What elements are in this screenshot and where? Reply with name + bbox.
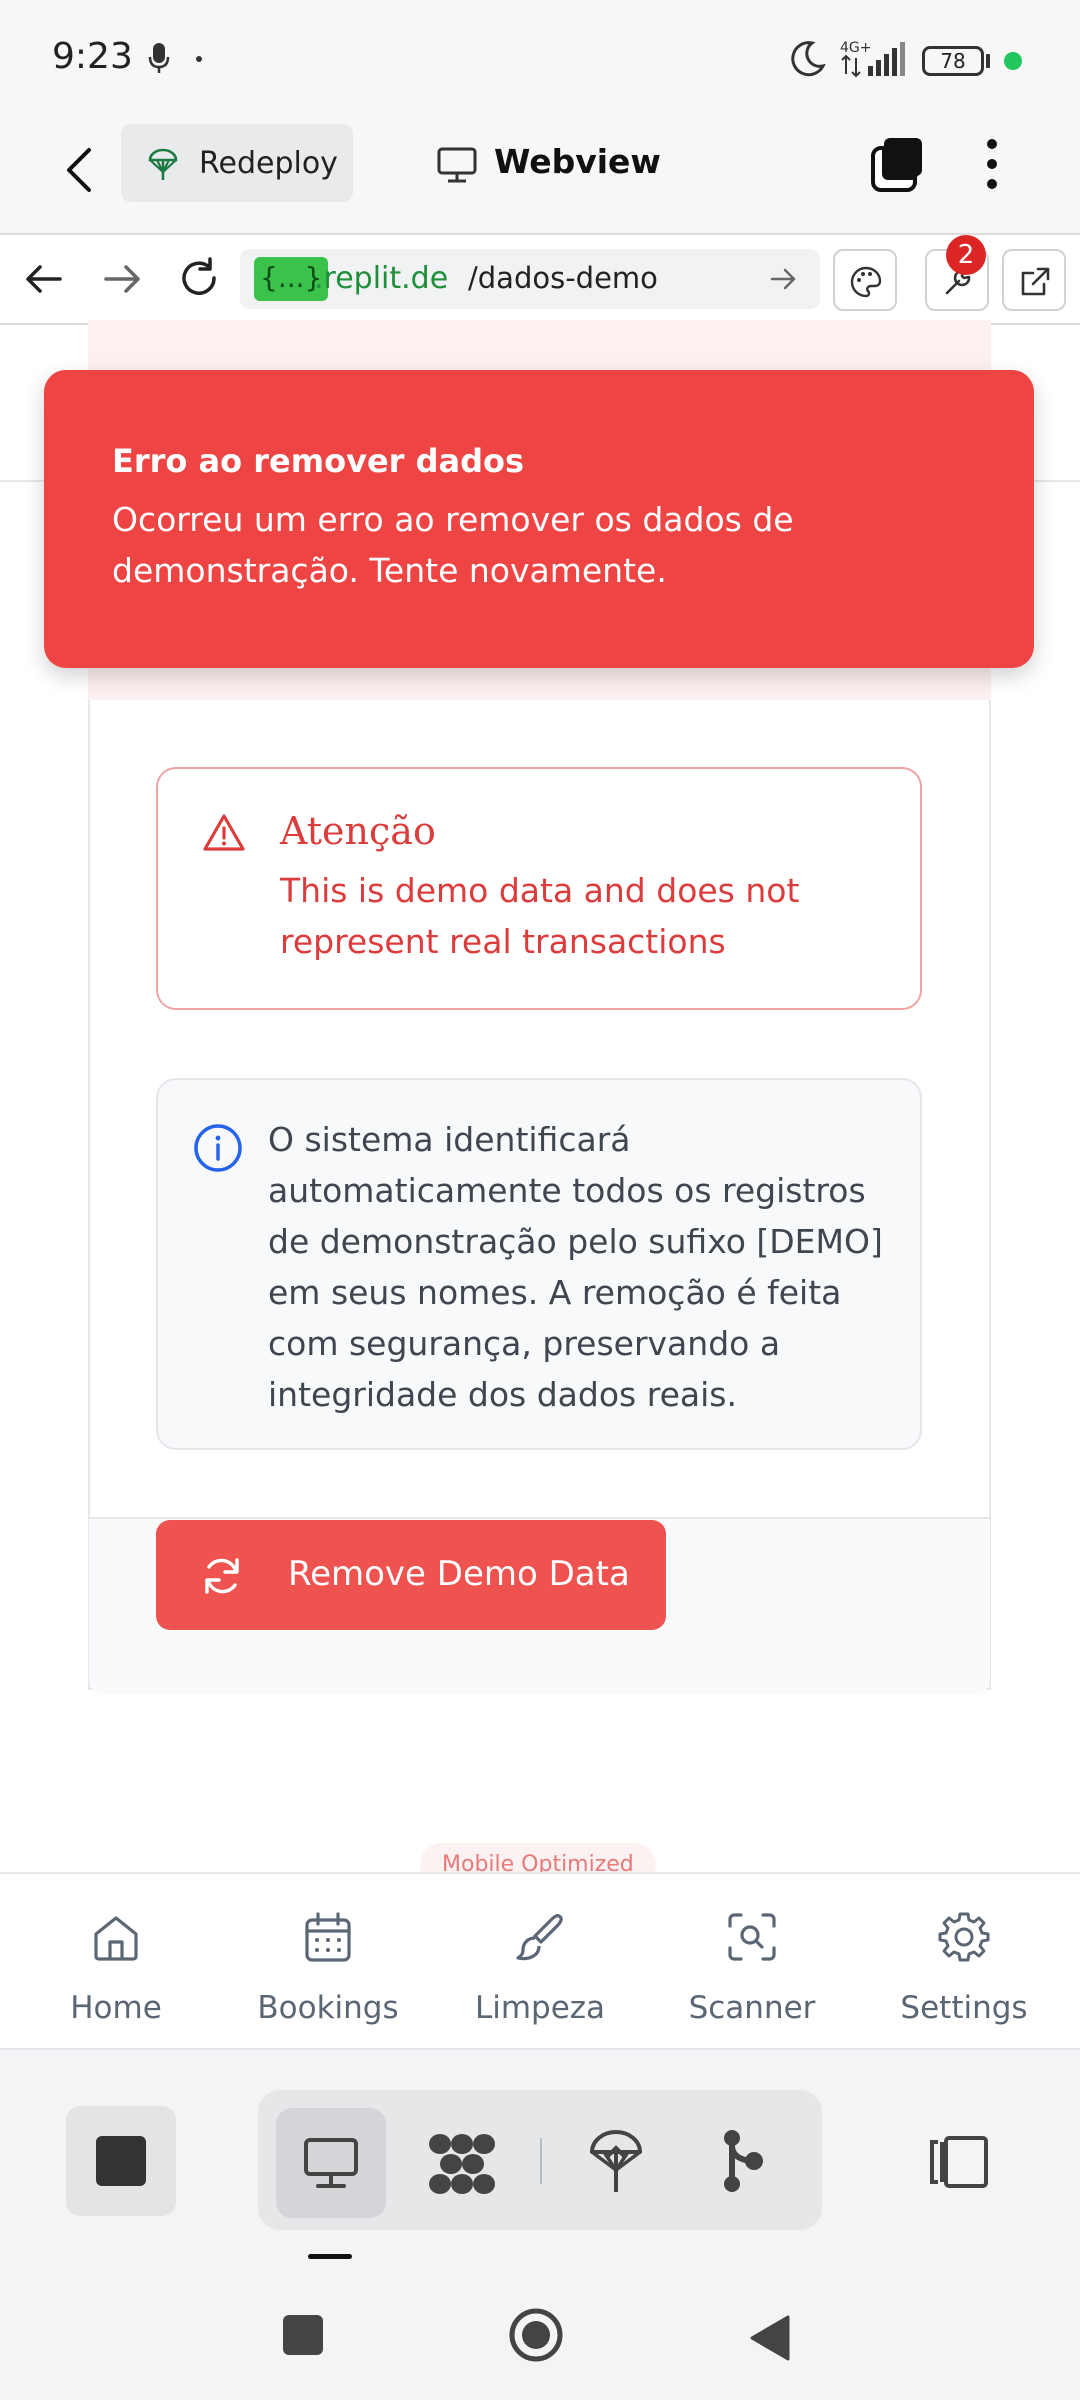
back-button[interactable] (748, 2313, 792, 2363)
palette-button[interactable] (833, 249, 897, 311)
redeploy-button[interactable]: Redeploy (121, 124, 353, 202)
battery-tip (986, 54, 990, 68)
microphone-icon (148, 43, 170, 73)
deploy-icon (148, 148, 178, 180)
moon-icon (791, 41, 826, 77)
replit-toolbar (0, 2050, 1080, 2275)
palette-icon (850, 266, 882, 298)
git-branch-icon[interactable] (718, 2128, 766, 2194)
stop-button[interactable] (66, 2106, 176, 2216)
nav-item-limpeza[interactable]: Limpeza (440, 1874, 640, 2050)
calendar-icon (305, 1912, 351, 1962)
scan-icon (728, 1913, 776, 1961)
database-icon[interactable] (426, 2132, 498, 2196)
tool-divider (540, 2138, 542, 2184)
home-button[interactable] (508, 2307, 564, 2363)
bottom-navigation: Home Bookings Limpeza Scanner Settings (0, 1872, 1080, 2050)
active-tab-indicator (308, 2254, 352, 2259)
notification-dot (196, 56, 202, 62)
refresh-icon (205, 1558, 239, 1594)
stop-icon (96, 2136, 146, 2186)
info-alert: O sistema identificará automaticamente t… (156, 1078, 922, 1450)
android-navigation-bar (0, 2275, 1080, 2400)
svg-text:4G+: 4G+ (840, 40, 872, 56)
battery-indicator: 78 (922, 46, 984, 76)
warning-message: This is demo data and does not represent… (280, 871, 800, 961)
nav-item-settings[interactable]: Settings (864, 1874, 1064, 2050)
panel-toggle-icon[interactable] (924, 2132, 992, 2192)
recents-button[interactable] (283, 2315, 323, 2355)
nav-item-home[interactable]: Home (16, 1874, 216, 2050)
webview-label: Webview (494, 142, 661, 181)
home-icon (94, 1916, 138, 1961)
privacy-indicator-dot (1004, 52, 1022, 70)
toast-message: Ocorreu um erro ao remover os dados de d… (112, 500, 794, 590)
devtools-count-badge: 2 (946, 235, 986, 275)
tool-webview-active[interactable] (276, 2108, 386, 2218)
nav-item-scanner[interactable]: Scanner (652, 1874, 852, 2050)
tool-group (258, 2090, 822, 2230)
monitor-icon (437, 147, 477, 183)
nav-label-home: Home (70, 1990, 162, 2026)
browser-bar: {...} .replit.de /dados-demo 2 (0, 235, 1080, 325)
warning-title: Atenção (280, 809, 436, 853)
tabs-icon[interactable] (868, 134, 928, 194)
app-header: Redeploy Webview (0, 110, 1080, 235)
nav-label-settings: Settings (900, 1990, 1028, 2026)
gear-icon (938, 1912, 990, 1962)
monitor-icon (304, 2138, 358, 2188)
url-host: .replit.de (314, 261, 449, 296)
url-path-input[interactable]: /dados-demo (468, 261, 658, 295)
status-bar: 9:23 4G+ 78 (0, 0, 1080, 110)
nav-item-bookings[interactable]: Bookings (228, 1874, 428, 2050)
go-arrow-icon[interactable] (768, 265, 798, 293)
toast-title: Erro ao remover dados (112, 442, 524, 480)
redeploy-label: Redeploy (199, 146, 338, 181)
remove-demo-data-label: Remove Demo Data (288, 1554, 630, 1594)
info-icon (194, 1124, 242, 1172)
warning-alert: Atenção This is demo data and does not r… (156, 767, 922, 1010)
brush-icon (516, 1914, 563, 1961)
info-message: O sistema identificará automaticamente t… (268, 1120, 883, 1414)
deploy-icon[interactable] (588, 2126, 644, 2194)
back-arrow-icon[interactable] (55, 140, 105, 200)
open-external-button[interactable] (1002, 249, 1066, 311)
warning-triangle-icon (203, 814, 245, 851)
nav-label-limpeza: Limpeza (474, 1990, 606, 2026)
status-time: 9:23 (52, 36, 133, 77)
url-bar[interactable]: {...} .replit.de /dados-demo (240, 249, 820, 309)
nav-label-bookings: Bookings (257, 1990, 399, 2026)
browser-forward-icon[interactable] (100, 259, 144, 299)
error-toast[interactable]: Erro ao remover dados Ocorreu um erro ao… (44, 370, 1034, 668)
more-vertical-icon[interactable] (980, 134, 1004, 194)
reload-icon[interactable] (176, 255, 222, 301)
remove-demo-data-button[interactable]: Remove Demo Data (156, 1520, 666, 1630)
browser-back-icon[interactable] (22, 259, 66, 299)
external-link-icon (1021, 267, 1050, 296)
nav-label-scanner: Scanner (688, 1990, 816, 2026)
signal-icon: 4G+ (840, 40, 905, 78)
